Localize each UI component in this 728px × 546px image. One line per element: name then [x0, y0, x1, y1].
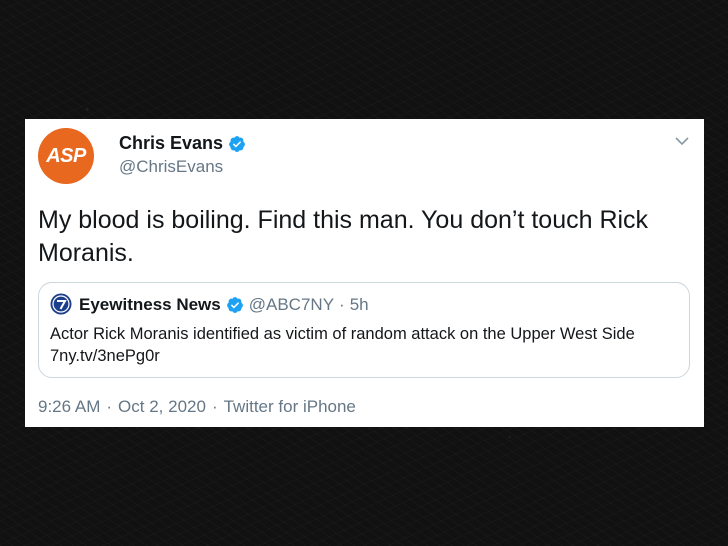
avatar-text: ASP [46, 144, 86, 167]
quoted-header: Eyewitness News @ABC7NY · 5h [79, 295, 369, 315]
quoted-author-name: Eyewitness News [79, 295, 221, 314]
quoted-separator: · [339, 295, 345, 314]
quoted-text: Actor Rick Moranis identified as victim … [50, 325, 635, 365]
author-name[interactable]: Chris Evans [119, 133, 223, 154]
quoted-age: 5h [349, 295, 369, 314]
author-handle[interactable]: @ChrisEvans [119, 157, 223, 177]
tweet-source[interactable]: Twitter for iPhone [224, 397, 356, 417]
quoted-tweet[interactable]: Eyewitness News @ABC7NY · 5h Actor Rick … [38, 282, 690, 378]
chevron-down-icon[interactable] [674, 135, 690, 147]
tweet-time[interactable]: 9:26 AM [38, 397, 100, 417]
author-row: Chris Evans [119, 133, 246, 154]
avatar[interactable]: ASP [38, 128, 94, 184]
verified-badge-icon [226, 297, 243, 313]
meta-separator: · [211, 397, 218, 416]
verified-badge-icon [229, 135, 245, 152]
meta-separator: · [106, 397, 113, 416]
abc7-logo-icon [50, 293, 72, 315]
tweet-card[interactable]: ASP Chris Evans @ChrisEvans My blood is … [25, 119, 704, 427]
tweet-meta: 9:26 AM · Oct 2, 2020 · Twitter for iPho… [38, 397, 356, 417]
tweet-date[interactable]: Oct 2, 2020 [118, 397, 206, 417]
quoted-author-handle: @ABC7NY [248, 295, 335, 314]
tweet-text: My blood is boiling. Find this man. You … [38, 206, 649, 267]
